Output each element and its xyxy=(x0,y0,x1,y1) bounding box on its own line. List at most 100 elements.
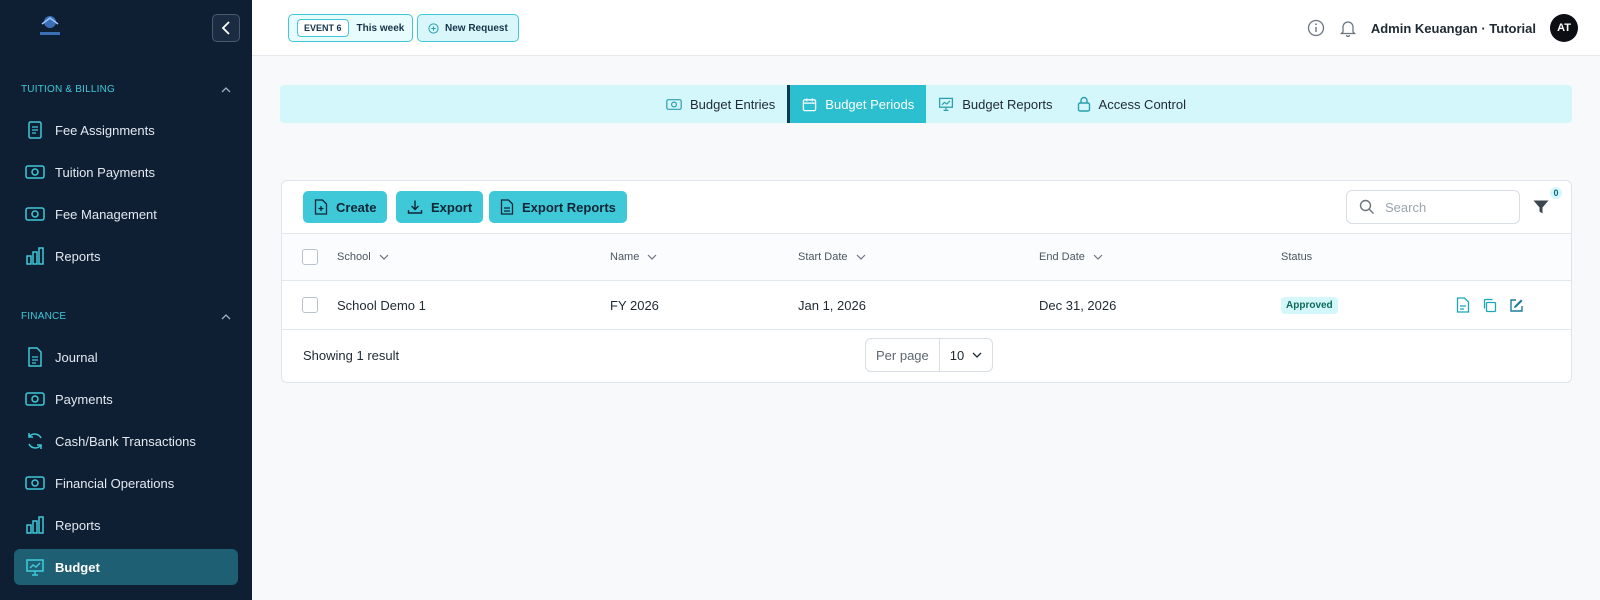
money-icon xyxy=(25,162,45,182)
collapse-sidebar-button[interactable] xyxy=(212,14,240,42)
tab-label: Budget Entries xyxy=(690,96,776,112)
event-tag: EVENT 6 xyxy=(297,19,349,37)
sort-chevron-icon xyxy=(379,254,389,260)
search-icon xyxy=(1359,199,1374,214)
section-title: FINANCE xyxy=(21,311,67,322)
filter-icon xyxy=(1533,200,1549,214)
search-field[interactable] xyxy=(1346,190,1520,224)
sidebar-item-budget[interactable]: Budget xyxy=(14,549,238,585)
column-header-label: End Date xyxy=(1039,251,1085,263)
new-request-label: New Request xyxy=(445,22,508,34)
sidebar-item-label: Journal xyxy=(55,349,98,365)
cell-start-date: Jan 1, 2026 xyxy=(798,297,866,313)
sidebar-item-fee-assignments[interactable]: Fee Assignments xyxy=(14,112,238,148)
app-logo[interactable] xyxy=(34,13,66,39)
column-header-label: Name xyxy=(610,251,640,263)
tab-budget-entries[interactable]: Budget Entries xyxy=(654,85,787,123)
sidebar-item-label: Reports xyxy=(55,248,101,264)
tab-label: Budget Reports xyxy=(962,96,1053,112)
export-reports-button[interactable]: Export Reports xyxy=(489,191,627,223)
chevron-up-icon xyxy=(221,86,231,92)
chart-icon xyxy=(939,97,954,111)
cell-end-date: Dec 31, 2026 xyxy=(1039,297,1117,313)
budget-periods-card: Create Export Export Reports 0 School Na… xyxy=(281,180,1572,383)
column-name[interactable]: Name xyxy=(610,234,657,280)
tab-budget-reports[interactable]: Budget Reports xyxy=(926,85,1064,123)
chevron-left-icon xyxy=(221,21,230,35)
row-checkbox[interactable] xyxy=(302,297,318,313)
section-header-finance[interactable]: FINANCE xyxy=(21,311,231,322)
sidebar-item-label: Payments xyxy=(55,391,113,407)
sidebar-item-financial-operations[interactable]: Financial Operations xyxy=(14,465,238,501)
section-header-tuition-billing[interactable]: TUITION & BILLING xyxy=(21,84,231,95)
table-footer: Showing 1 result Per page 10 xyxy=(282,330,1571,382)
per-page-value[interactable]: 10 xyxy=(940,339,992,371)
new-request-button[interactable]: New Request xyxy=(417,14,519,42)
sidebar-item-label: Reports xyxy=(55,517,101,533)
sort-chevron-icon xyxy=(856,254,865,260)
tab-access-control[interactable]: Access Control xyxy=(1065,85,1198,123)
document-icon xyxy=(25,347,45,367)
presentation-chart-icon xyxy=(25,557,45,577)
sidebar-item-tuition-payments[interactable]: Tuition Payments xyxy=(14,154,238,190)
file-report-icon xyxy=(500,199,514,215)
per-page-select[interactable]: Per page 10 xyxy=(865,338,994,372)
money-icon xyxy=(25,473,45,493)
sidebar-item-label: Fee Assignments xyxy=(55,122,155,138)
sidebar-item-cash-bank-transactions[interactable]: Cash/Bank Transactions xyxy=(14,423,238,459)
filter-count-badge: 0 xyxy=(1550,187,1562,199)
sidebar-item-label: Budget xyxy=(55,559,100,575)
calendar-icon xyxy=(803,97,817,111)
table-header: School Name Start Date End Date Status xyxy=(282,233,1571,281)
document-stack-icon xyxy=(25,120,45,140)
money-icon xyxy=(666,98,682,110)
top-right-controls: Admin Keuangan · Tutorial AT xyxy=(1307,14,1578,42)
status-badge: Approved xyxy=(1281,296,1338,314)
export-reports-label: Export Reports xyxy=(522,199,616,215)
info-icon[interactable] xyxy=(1307,19,1325,37)
export-button[interactable]: Export xyxy=(396,191,484,223)
budget-tabs: Budget Entries Budget Periods Budget Rep… xyxy=(280,85,1572,123)
user-name[interactable]: Admin Keuangan · Tutorial xyxy=(1371,21,1536,36)
sidebar-item-finance-reports[interactable]: Reports xyxy=(14,507,238,543)
create-button[interactable]: Create xyxy=(303,191,388,223)
copy-icon[interactable] xyxy=(1482,298,1497,313)
sidebar-item-label: Fee Management xyxy=(55,206,157,222)
sidebar-item-reports[interactable]: Reports xyxy=(14,238,238,274)
event-selector[interactable]: EVENT 6 This week xyxy=(288,14,414,42)
sidebar-item-fee-management[interactable]: Fee Management xyxy=(14,196,238,232)
per-page-number: 10 xyxy=(949,347,965,363)
column-school[interactable]: School xyxy=(337,234,389,280)
sidebar-item-payments[interactable]: Payments xyxy=(14,381,238,417)
sidebar: TUITION & BILLING Fee Assignments Tuitio… xyxy=(0,0,252,600)
avatar[interactable]: AT xyxy=(1550,14,1578,42)
file-plus-icon xyxy=(314,199,328,215)
view-document-icon[interactable] xyxy=(1456,297,1470,313)
table-row[interactable]: School Demo 1 FY 2026 Jan 1, 2026 Dec 31… xyxy=(282,281,1571,330)
money-icon xyxy=(25,204,45,224)
tab-label: Access Control xyxy=(1098,96,1186,112)
column-status: Status xyxy=(1281,234,1312,280)
top-bar: EVENT 6 This week New Request Admin Keua… xyxy=(252,0,1600,56)
chevron-up-icon xyxy=(221,313,231,319)
cell-school: School Demo 1 xyxy=(337,297,426,313)
select-all-checkbox-cell xyxy=(302,234,318,280)
select-all-checkbox[interactable] xyxy=(302,249,318,265)
search-input[interactable] xyxy=(1385,199,1505,215)
result-count: Showing 1 result xyxy=(303,348,400,363)
column-start-date[interactable]: Start Date xyxy=(798,234,866,280)
bell-icon[interactable] xyxy=(1339,19,1357,37)
plus-circle-icon xyxy=(428,22,439,34)
filter-button[interactable] xyxy=(1532,198,1552,218)
edit-icon[interactable] xyxy=(1509,298,1524,313)
tab-budget-periods[interactable]: Budget Periods xyxy=(787,85,927,123)
row-actions xyxy=(1456,281,1524,329)
download-icon xyxy=(407,200,423,214)
create-label: Create xyxy=(336,199,377,215)
column-end-date[interactable]: End Date xyxy=(1039,234,1103,280)
sidebar-item-label: Tuition Payments xyxy=(55,164,155,180)
event-period: This week xyxy=(356,22,405,34)
sidebar-item-journal[interactable]: Journal xyxy=(14,339,238,375)
bar-chart-icon xyxy=(25,515,45,535)
tab-label: Budget Periods xyxy=(825,96,915,112)
